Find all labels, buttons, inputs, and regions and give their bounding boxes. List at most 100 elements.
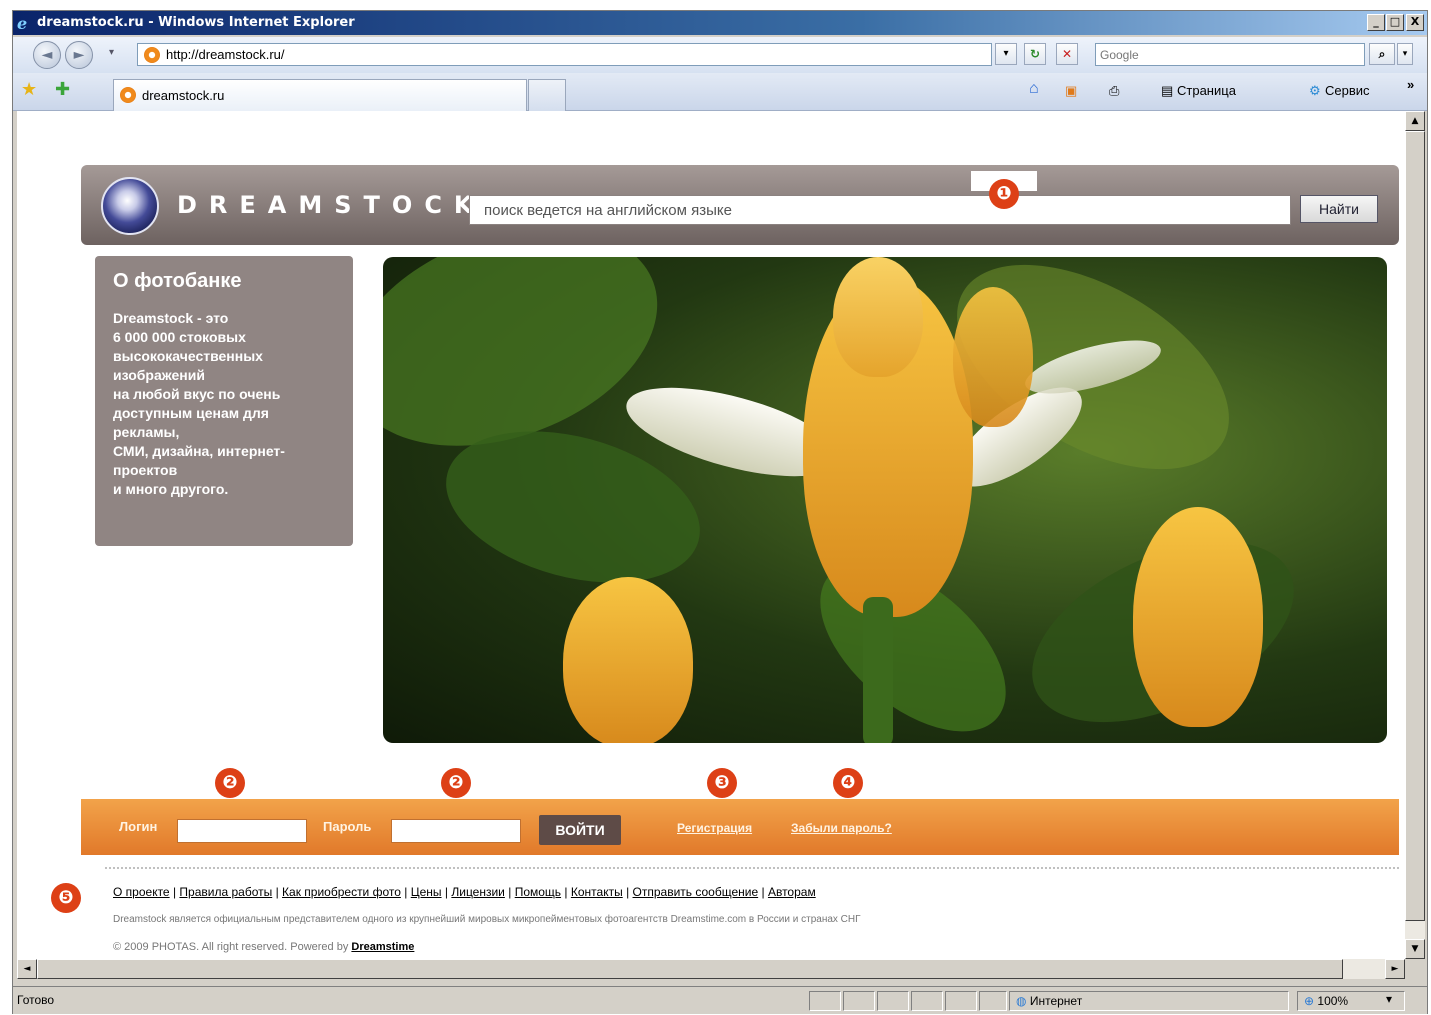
scroll-left-button[interactable]: ◄ — [17, 959, 37, 979]
callout-marker-2b: ❷ — [441, 768, 471, 798]
tab-title: dreamstock.ru — [142, 88, 225, 103]
gear-icon: ⚙ — [1309, 83, 1321, 98]
page-menu[interactable]: Страница — [1177, 83, 1236, 98]
status-cell — [843, 991, 875, 1011]
footer-separator: | — [761, 885, 765, 899]
zoom-control[interactable]: ⊕ 100% ▾ — [1297, 991, 1405, 1011]
home-icon[interactable]: ⌂ — [1029, 80, 1039, 98]
footer-separator: | — [564, 885, 568, 899]
status-cell — [979, 991, 1007, 1011]
callout-marker-3: ❸ — [707, 768, 737, 798]
scroll-thumb[interactable] — [1405, 131, 1425, 921]
favorites-star-icon[interactable]: ★ — [21, 79, 37, 100]
footer-link-authors[interactable]: Авторам — [768, 885, 816, 899]
status-text: Готово — [17, 993, 55, 1007]
site-header: DREAMSTOCK поиск ведется на английском я… — [81, 165, 1399, 245]
footer-separator: | — [508, 885, 512, 899]
zoom-level: 100% — [1317, 994, 1349, 1008]
address-toolbar: ◄ ► ▾ http://dreamstock.ru/ ▾ ↻ ✕ Google… — [13, 37, 1427, 73]
print-icon[interactable]: ⎙ — [1109, 83, 1119, 99]
more-tools-chevron[interactable]: » — [1407, 77, 1414, 92]
status-cell — [877, 991, 909, 1011]
back-button[interactable]: ◄ — [33, 41, 61, 69]
about-panel: О фотобанке Dreamstock - это 6 000 000 с… — [95, 256, 353, 546]
hscroll-thumb[interactable] — [37, 959, 1343, 979]
address-text: http://dreamstock.ru/ — [166, 47, 285, 62]
search-icon[interactable]: ⌕ — [1369, 43, 1395, 65]
password-label: Пароль — [323, 819, 372, 834]
footer-separator: | — [444, 885, 449, 899]
dreamstock-logo-icon[interactable] — [101, 177, 159, 235]
site-favicon-icon — [144, 47, 160, 63]
footer-description: Dreamstock является официальным представ… — [113, 914, 861, 925]
globe-icon: ◍ — [1016, 994, 1027, 1008]
callout-marker-1: ❶ — [989, 179, 1019, 209]
footer-link-contacts[interactable]: Контакты — [571, 885, 623, 899]
security-zone[interactable]: ◍ Интернет — [1009, 991, 1289, 1011]
address-dropdown-button[interactable]: ▾ — [995, 43, 1017, 65]
footer-separator: | — [275, 885, 279, 899]
footer-link-help[interactable]: Помощь — [515, 885, 561, 899]
login-bar: Логин Пароль ВОЙТИ Регистрация Забыли па… — [81, 799, 1399, 855]
status-cell — [911, 991, 943, 1011]
footer-separator: | — [404, 885, 408, 899]
footer-copyright: © 2009 PHOTAS. All right reserved. Power… — [113, 941, 414, 953]
ie-logo-icon: e — [17, 14, 28, 33]
footer-link-rules[interactable]: Правила работы — [179, 885, 272, 899]
scroll-right-button[interactable]: ► — [1385, 959, 1405, 979]
window-title: dreamstock.ru - Windows Internet Explore… — [37, 15, 355, 30]
refresh-button[interactable]: ↻ — [1024, 43, 1046, 65]
forward-button[interactable]: ► — [65, 41, 93, 69]
status-cell — [809, 991, 841, 1011]
callout-marker-4: ❹ — [833, 768, 863, 798]
zoom-icon: ⊕ — [1304, 994, 1315, 1008]
add-favorites-icon[interactable]: ✚ — [55, 79, 70, 100]
tab-toolbar: ★ ✚ dreamstock.ru ⌂ ▣ ⎙ ▤ Страница ⚙ Сер… — [13, 73, 1427, 111]
history-dropdown-icon[interactable]: ▾ — [109, 47, 114, 58]
footer-link-send-message[interactable]: Отправить сообщение — [633, 885, 759, 899]
browser-window: e dreamstock.ru - Windows Internet Explo… — [12, 10, 1428, 1014]
footer-link-licenses[interactable]: Лицензии — [451, 885, 505, 899]
login-label: Логин — [119, 819, 158, 834]
close-button[interactable]: X — [1406, 14, 1424, 31]
horizontal-scrollbar[interactable]: ◄ ► — [17, 959, 1405, 979]
footer-link-how-to-buy[interactable]: Как приобрести фото — [282, 885, 401, 899]
register-link[interactable]: Регистрация — [677, 821, 752, 835]
about-text: Dreamstock - это 6 000 000 стоковых высо… — [113, 310, 285, 497]
minimize-button[interactable]: _ — [1367, 14, 1385, 31]
callout-marker-5: ❺ — [51, 883, 81, 913]
page-icon: ▤ — [1161, 83, 1174, 98]
search-input[interactable]: поиск ведется на английском языке — [469, 195, 1291, 225]
scroll-up-button[interactable]: ▲ — [1405, 111, 1425, 131]
footer-separator: | — [626, 885, 630, 899]
search-options-dropdown[interactable]: ▾ — [1397, 43, 1413, 65]
scroll-down-button[interactable]: ▼ — [1405, 939, 1425, 959]
vertical-scrollbar[interactable]: ▲ ▼ — [1405, 111, 1425, 959]
zoom-dropdown-icon[interactable]: ▾ — [1386, 992, 1392, 1006]
site-logo-text[interactable]: DREAMSTOCK — [177, 191, 485, 219]
feeds-icon[interactable]: ▣ — [1065, 83, 1077, 99]
search-button[interactable]: Найти — [1300, 195, 1378, 223]
status-bar: Готово ◍ Интернет ⊕ 100% ▾ — [13, 986, 1427, 1014]
address-input[interactable]: http://dreamstock.ru/ — [137, 43, 992, 66]
password-input[interactable] — [391, 819, 521, 843]
new-tab-button[interactable] — [528, 79, 566, 111]
login-input[interactable] — [177, 819, 307, 843]
page-viewport: DREAMSTOCK поиск ведется на английском я… — [17, 111, 1405, 959]
tab-dreamstock[interactable]: dreamstock.ru — [113, 79, 527, 111]
zone-label: Интернет — [1029, 994, 1083, 1008]
about-title: О фотобанке — [113, 270, 242, 292]
tab-favicon-icon — [120, 87, 136, 103]
web-search-input[interactable]: Google — [1095, 43, 1365, 66]
stop-button[interactable]: ✕ — [1056, 43, 1078, 65]
login-button[interactable]: ВОЙТИ — [539, 815, 621, 845]
footer-link-prices[interactable]: Цены — [411, 885, 442, 899]
dreamstime-link[interactable]: Dreamstime — [351, 941, 414, 953]
forgot-password-link[interactable]: Забыли пароль? — [791, 821, 892, 835]
footer-link-about[interactable]: О проекте — [113, 885, 170, 899]
divider — [105, 867, 1399, 870]
maximize-button[interactable]: □ — [1386, 14, 1404, 31]
footer-separator: | — [172, 885, 177, 899]
title-bar: e dreamstock.ru - Windows Internet Explo… — [13, 11, 1427, 35]
service-menu[interactable]: Сервис — [1325, 83, 1370, 98]
